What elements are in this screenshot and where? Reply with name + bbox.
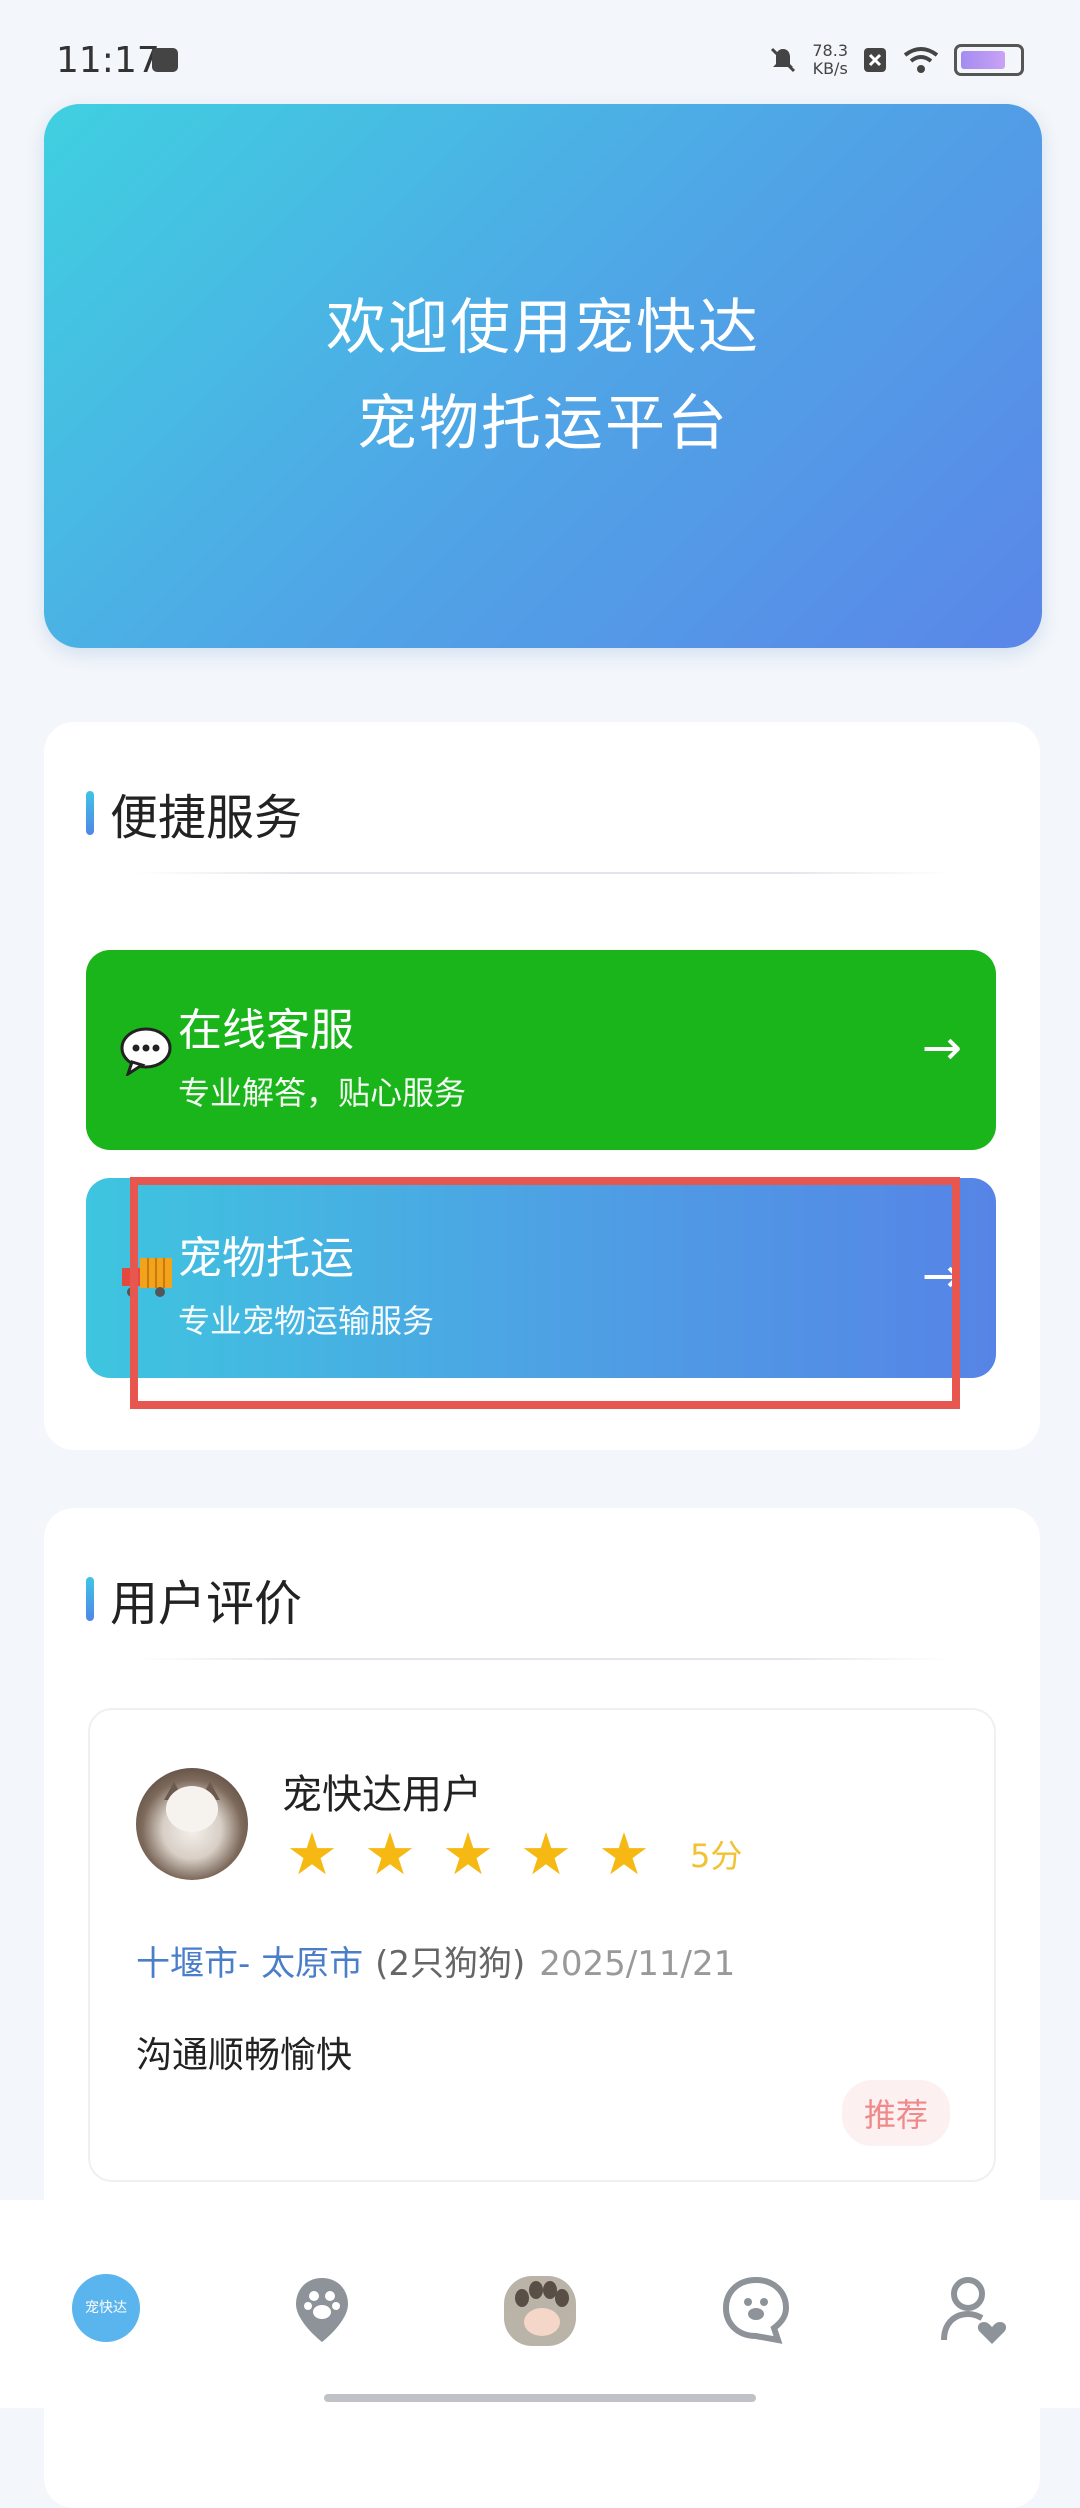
tab-profile[interactable] xyxy=(934,2270,1014,2350)
rating-text: 5分 xyxy=(690,1837,743,1875)
highlight-box xyxy=(130,1177,960,1409)
map-pin-paw-icon xyxy=(296,2278,348,2342)
arrow-right-icon: → xyxy=(921,1020,962,1076)
welcome-banner: 欢迎使用宠快达 宠物托运平台 xyxy=(44,104,1042,648)
tab-home[interactable]: 宠快达 xyxy=(72,2274,140,2342)
status-time: 11:17 xyxy=(56,40,160,81)
network-speed: 78.3 KB/s xyxy=(812,42,848,78)
status-bar: 11:17 78.3 KB/s xyxy=(0,0,1080,100)
star-icon: ★ xyxy=(286,1820,338,1888)
star-icon: ★ xyxy=(598,1820,650,1888)
avatar xyxy=(136,1768,248,1880)
review-route: 十堰市- 太原市 xyxy=(136,1944,364,1984)
speed-unit: KB/s xyxy=(812,59,848,78)
reviews-title: 用户评价 xyxy=(110,1576,303,1632)
review-route-line: 十堰市- 太原市 (2只狗狗) 2025/11/21 xyxy=(136,1936,735,1985)
online-support-button[interactable]: 在线客服 专业解答，贴心服务 → xyxy=(86,950,996,1150)
review-item[interactable]: 宠快达用户 ★ ★ ★ ★ ★ 5分 十堰市- 太原市 (2只狗狗) 2025/11… xyxy=(88,1708,996,2182)
sim-off-icon xyxy=(864,48,886,72)
banner-line-1: 欢迎使用宠快达 xyxy=(326,293,760,363)
review-user-name: 宠快达用户 xyxy=(282,1772,482,1818)
services-header: 便捷服务 xyxy=(86,778,302,848)
section-divider xyxy=(134,1658,950,1660)
tab-chat[interactable] xyxy=(716,2270,796,2350)
paw-icon xyxy=(504,2276,576,2346)
services-title: 便捷服务 xyxy=(110,790,303,846)
review-date: 2025/11/21 xyxy=(539,1944,736,1984)
speed-value: 78.3 xyxy=(812,41,848,60)
tab-pet[interactable] xyxy=(496,2270,584,2350)
mute-bell-icon xyxy=(771,47,796,73)
star-icon: ★ xyxy=(442,1820,494,1888)
battery-icon xyxy=(954,44,1024,76)
wifi-icon xyxy=(903,47,939,73)
bottom-tab-bar: 宠快达 xyxy=(0,2200,1080,2408)
home-indicator[interactable] xyxy=(324,2394,756,2402)
status-icons: 78.3 KB/s xyxy=(768,38,1024,82)
review-text: 沟通顺畅愉快 xyxy=(136,2035,353,2076)
home-logo-icon: 宠快达 xyxy=(85,2300,127,2316)
user-heart-icon xyxy=(941,2277,1007,2344)
banner-line-2: 宠物托运平台 xyxy=(357,389,729,459)
review-pet-count: (2只狗狗) xyxy=(375,1944,526,1984)
star-icon: ★ xyxy=(364,1820,416,1888)
message-icon xyxy=(152,48,178,72)
chat-paw-icon xyxy=(722,2276,790,2344)
section-accent-bar xyxy=(86,1577,94,1621)
star-icon: ★ xyxy=(520,1820,572,1888)
chat-bubble-icon xyxy=(120,1026,172,1087)
section-accent-bar xyxy=(86,791,94,835)
service-subtitle: 专业解答，贴心服务 xyxy=(178,1074,467,1112)
avatar-face xyxy=(166,1786,218,1832)
recommend-tag: 推荐 xyxy=(841,2080,950,2146)
reviews-header: 用户评价 xyxy=(86,1564,302,1634)
tab-map[interactable] xyxy=(282,2270,362,2350)
service-title: 在线客服 xyxy=(178,1005,354,1056)
star-rating: ★ ★ ★ ★ ★ 5分 xyxy=(286,1822,742,1886)
section-divider xyxy=(134,872,950,874)
